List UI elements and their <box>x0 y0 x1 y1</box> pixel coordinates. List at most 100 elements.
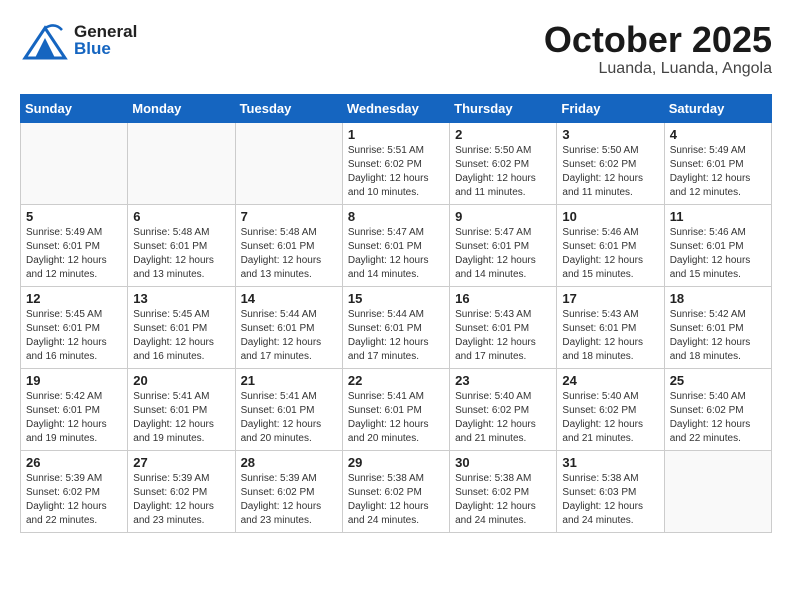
weekday-header-wednesday: Wednesday <box>342 94 449 122</box>
calendar-cell: 12 Sunrise: 5:45 AM Sunset: 6:01 PM Dayli… <box>21 286 128 368</box>
day-info: Sunrise: 5:41 AM Sunset: 6:01 PM Dayligh… <box>241 390 337 446</box>
day-info: Sunrise: 5:47 AM Sunset: 6:01 PM Dayligh… <box>348 226 444 282</box>
calendar-week-1: 1 Sunrise: 5:51 AM Sunset: 6:02 PM Daylig… <box>21 122 772 204</box>
day-number: 27 <box>133 455 229 470</box>
calendar-cell: 16 Sunrise: 5:43 AM Sunset: 6:01 PM Dayli… <box>450 286 557 368</box>
day-info: Sunrise: 5:45 AM Sunset: 6:01 PM Dayligh… <box>133 308 229 364</box>
day-number: 30 <box>455 455 551 470</box>
calendar-week-4: 19 Sunrise: 5:42 AM Sunset: 6:01 PM Dayli… <box>21 368 772 450</box>
weekday-header-friday: Friday <box>557 94 664 122</box>
day-number: 25 <box>670 373 766 388</box>
calendar-week-5: 26 Sunrise: 5:39 AM Sunset: 6:02 PM Dayli… <box>21 450 772 532</box>
calendar-cell: 6 Sunrise: 5:48 AM Sunset: 6:01 PM Daylig… <box>128 204 235 286</box>
calendar-cell: 22 Sunrise: 5:41 AM Sunset: 6:01 PM Dayli… <box>342 368 449 450</box>
day-info: Sunrise: 5:45 AM Sunset: 6:01 PM Dayligh… <box>26 308 122 364</box>
weekday-header-saturday: Saturday <box>664 94 771 122</box>
day-number: 15 <box>348 291 444 306</box>
calendar-cell <box>235 122 342 204</box>
day-info: Sunrise: 5:44 AM Sunset: 6:01 PM Dayligh… <box>241 308 337 364</box>
calendar-cell <box>21 122 128 204</box>
calendar-cell: 31Sunrise: 5:38 AM Sunset: 6:03 PM Dayli… <box>557 450 664 532</box>
day-number: 22 <box>348 373 444 388</box>
day-info: Sunrise: 5:50 AM Sunset: 6:02 PM Dayligh… <box>562 144 658 200</box>
day-number: 7 <box>241 209 337 224</box>
day-info: Sunrise: 5:44 AM Sunset: 6:01 PM Dayligh… <box>348 308 444 364</box>
day-number: 8 <box>348 209 444 224</box>
day-info: Sunrise: 5:40 AM Sunset: 6:02 PM Dayligh… <box>455 390 551 446</box>
day-info: Sunrise: 5:40 AM Sunset: 6:02 PM Dayligh… <box>562 390 658 446</box>
day-info: Sunrise: 5:38 AM Sunset: 6:02 PM Dayligh… <box>348 472 444 528</box>
day-info: Sunrise: 5:41 AM Sunset: 6:01 PM Dayligh… <box>133 390 229 446</box>
calendar-cell: 9 Sunrise: 5:47 AM Sunset: 6:01 PM Daylig… <box>450 204 557 286</box>
calendar-cell: 30 Sunrise: 5:38 AM Sunset: 6:02 PM Dayli… <box>450 450 557 532</box>
day-number: 12 <box>26 291 122 306</box>
calendar-cell: 25Sunrise: 5:40 AM Sunset: 6:02 PM Dayli… <box>664 368 771 450</box>
calendar-cell <box>128 122 235 204</box>
calendar-cell: 10 Sunrise: 5:46 AM Sunset: 6:01 PM Dayli… <box>557 204 664 286</box>
day-info: Sunrise: 5:47 AM Sunset: 6:01 PM Dayligh… <box>455 226 551 282</box>
day-number: 3 <box>562 127 658 142</box>
day-info: Sunrise: 5:51 AM Sunset: 6:02 PM Dayligh… <box>348 144 444 200</box>
calendar-cell: 7 Sunrise: 5:48 AM Sunset: 6:01 PM Daylig… <box>235 204 342 286</box>
day-number: 16 <box>455 291 551 306</box>
day-number: 26 <box>26 455 122 470</box>
day-number: 9 <box>455 209 551 224</box>
day-info: Sunrise: 5:48 AM Sunset: 6:01 PM Dayligh… <box>133 226 229 282</box>
day-info: Sunrise: 5:38 AM Sunset: 6:03 PM Dayligh… <box>562 472 658 528</box>
day-number: 6 <box>133 209 229 224</box>
day-info: Sunrise: 5:39 AM Sunset: 6:02 PM Dayligh… <box>241 472 337 528</box>
day-number: 14 <box>241 291 337 306</box>
calendar-cell: 17 Sunrise: 5:43 AM Sunset: 6:01 PM Dayli… <box>557 286 664 368</box>
day-number: 29 <box>348 455 444 470</box>
day-number: 17 <box>562 291 658 306</box>
calendar-week-2: 5Sunrise: 5:49 AM Sunset: 6:01 PM Daylig… <box>21 204 772 286</box>
page-header: General Blue October 2025 Luanda, Luanda… <box>20 20 772 78</box>
weekday-header-monday: Monday <box>128 94 235 122</box>
calendar-cell: 20 Sunrise: 5:41 AM Sunset: 6:01 PM Dayli… <box>128 368 235 450</box>
day-info: Sunrise: 5:49 AM Sunset: 6:01 PM Dayligh… <box>26 226 122 282</box>
calendar-week-3: 12 Sunrise: 5:45 AM Sunset: 6:01 PM Dayli… <box>21 286 772 368</box>
day-info: Sunrise: 5:46 AM Sunset: 6:01 PM Dayligh… <box>562 226 658 282</box>
calendar-cell: 19 Sunrise: 5:42 AM Sunset: 6:01 PM Dayli… <box>21 368 128 450</box>
day-info: Sunrise: 5:43 AM Sunset: 6:01 PM Dayligh… <box>455 308 551 364</box>
location: Luanda, Luanda, Angola <box>544 60 772 78</box>
day-info: Sunrise: 5:42 AM Sunset: 6:01 PM Dayligh… <box>26 390 122 446</box>
day-info: Sunrise: 5:43 AM Sunset: 6:01 PM Dayligh… <box>562 308 658 364</box>
logo-icon <box>20 20 70 60</box>
day-number: 20 <box>133 373 229 388</box>
calendar-cell: 4Sunrise: 5:49 AM Sunset: 6:01 PM Daylig… <box>664 122 771 204</box>
calendar-cell: 24Sunrise: 5:40 AM Sunset: 6:02 PM Dayli… <box>557 368 664 450</box>
day-number: 23 <box>455 373 551 388</box>
weekday-header-tuesday: Tuesday <box>235 94 342 122</box>
weekday-header-row: SundayMondayTuesdayWednesdayThursdayFrid… <box>21 94 772 122</box>
logo-text: General Blue <box>74 23 137 57</box>
calendar-cell: 8 Sunrise: 5:47 AM Sunset: 6:01 PM Daylig… <box>342 204 449 286</box>
day-info: Sunrise: 5:46 AM Sunset: 6:01 PM Dayligh… <box>670 226 766 282</box>
day-info: Sunrise: 5:41 AM Sunset: 6:01 PM Dayligh… <box>348 390 444 446</box>
day-number: 11 <box>670 209 766 224</box>
day-info: Sunrise: 5:39 AM Sunset: 6:02 PM Dayligh… <box>133 472 229 528</box>
day-number: 1 <box>348 127 444 142</box>
calendar-cell: 14 Sunrise: 5:44 AM Sunset: 6:01 PM Dayli… <box>235 286 342 368</box>
day-info: Sunrise: 5:48 AM Sunset: 6:01 PM Dayligh… <box>241 226 337 282</box>
logo-general: General <box>74 23 137 40</box>
calendar-cell: 5Sunrise: 5:49 AM Sunset: 6:01 PM Daylig… <box>21 204 128 286</box>
day-number: 19 <box>26 373 122 388</box>
title-block: October 2025 Luanda, Luanda, Angola <box>544 20 772 78</box>
calendar-cell: 23 Sunrise: 5:40 AM Sunset: 6:02 PM Dayli… <box>450 368 557 450</box>
day-number: 4 <box>670 127 766 142</box>
day-number: 18 <box>670 291 766 306</box>
calendar-cell: 28Sunrise: 5:39 AM Sunset: 6:02 PM Dayli… <box>235 450 342 532</box>
day-info: Sunrise: 5:38 AM Sunset: 6:02 PM Dayligh… <box>455 472 551 528</box>
calendar-cell: 1 Sunrise: 5:51 AM Sunset: 6:02 PM Daylig… <box>342 122 449 204</box>
logo: General Blue <box>20 20 137 60</box>
calendar-cell: 3 Sunrise: 5:50 AM Sunset: 6:02 PM Daylig… <box>557 122 664 204</box>
calendar-cell: 21 Sunrise: 5:41 AM Sunset: 6:01 PM Dayli… <box>235 368 342 450</box>
day-number: 10 <box>562 209 658 224</box>
day-info: Sunrise: 5:39 AM Sunset: 6:02 PM Dayligh… <box>26 472 122 528</box>
calendar-cell: 11 Sunrise: 5:46 AM Sunset: 6:01 PM Dayli… <box>664 204 771 286</box>
day-number: 21 <box>241 373 337 388</box>
day-info: Sunrise: 5:50 AM Sunset: 6:02 PM Dayligh… <box>455 144 551 200</box>
weekday-header-sunday: Sunday <box>21 94 128 122</box>
calendar-table: SundayMondayTuesdayWednesdayThursdayFrid… <box>20 94 772 533</box>
